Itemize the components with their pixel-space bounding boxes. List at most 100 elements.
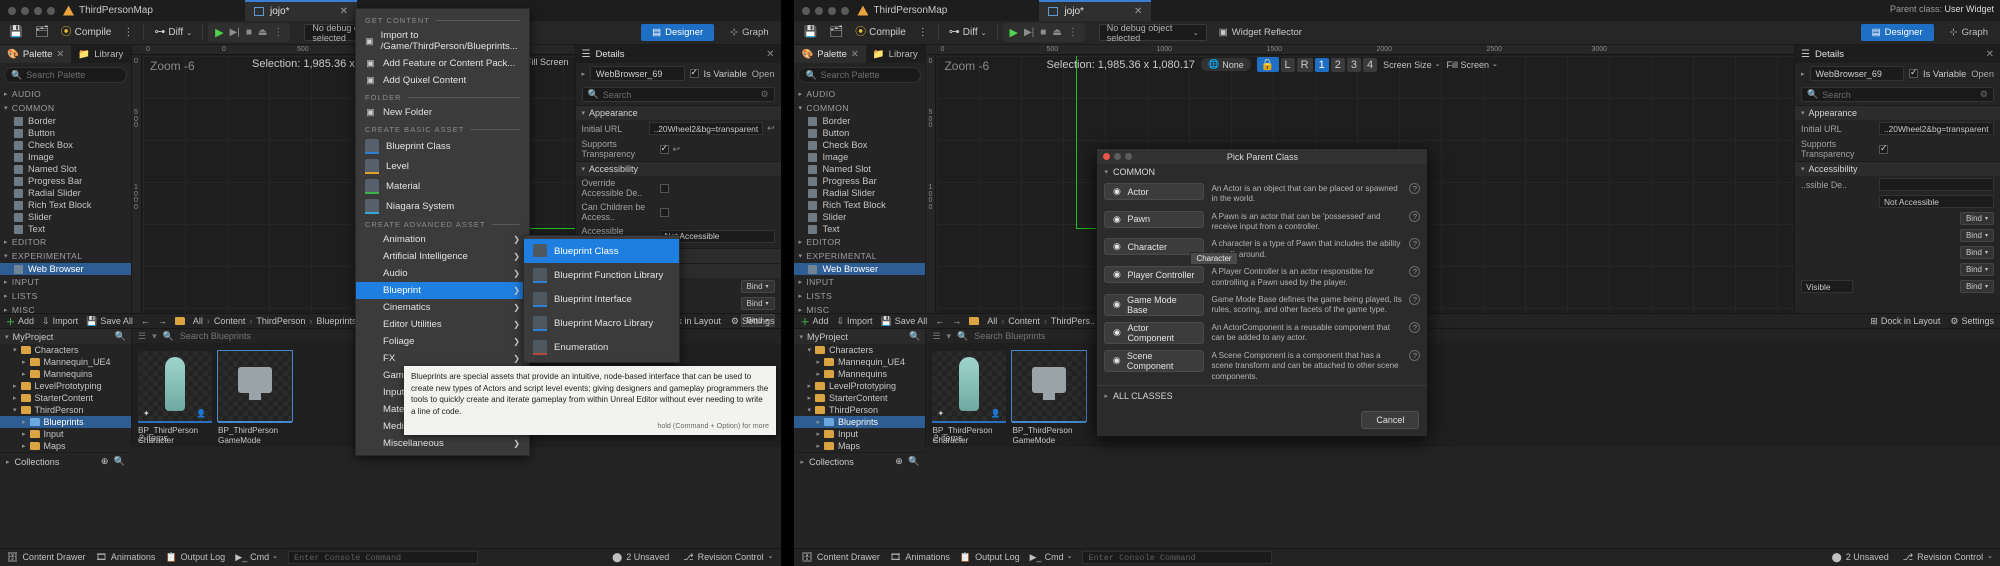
breadcrumb[interactable]: All›Content›ThirdPers.. (987, 316, 1095, 326)
palette-item-image[interactable]: Image (794, 151, 925, 163)
tab-palette[interactable]: 🎨 Palette ✕ (794, 45, 865, 63)
project-root-row[interactable]: ▾ MyProject 🔍 (0, 329, 131, 344)
menu-item-material[interactable]: Material (356, 176, 529, 196)
palette-group-audio[interactable]: ▸AUDIO (0, 87, 131, 101)
chevron-right-icon[interactable]: ▸ (22, 430, 26, 438)
graph-tab-button[interactable]: ⊹ Graph (722, 24, 776, 41)
chevron-right-icon[interactable]: ▸ (807, 394, 811, 402)
menu-item-blueprint-class[interactable]: Blueprint Class (356, 136, 529, 156)
parent-class-button-player-controller[interactable]: ◉Player Controller (1104, 266, 1204, 283)
palette-group-experimental[interactable]: ▾EXPERIMENTAL (0, 249, 131, 263)
maximize-window-dot[interactable] (34, 7, 42, 15)
palette-item-progress-bar[interactable]: Progress Bar (0, 175, 131, 187)
help-icon[interactable]: ? (1409, 266, 1420, 277)
menu-item-foliage[interactable]: Foliage❯ (356, 333, 529, 350)
import-button[interactable]: ⇩Import (836, 316, 872, 327)
parent-class-button-game-mode-base[interactable]: ◉Game Mode Base (1104, 294, 1204, 316)
asset-tab-jojo[interactable]: jojo* ✕ (1039, 0, 1151, 21)
help-icon[interactable]: ? (1409, 350, 1420, 361)
is-variable-checkbox[interactable] (1909, 69, 1918, 78)
number-2[interactable]: 2 (1331, 58, 1345, 72)
lock-toggle[interactable]: 🔒 (1257, 57, 1279, 72)
breadcrumb[interactable]: All›Content›ThirdPerson›Blueprints (193, 316, 357, 326)
bind-button[interactable]: Bind ▾ (1960, 229, 1994, 242)
bind-button[interactable]: Bind ▾ (1960, 280, 1994, 293)
widget-reflector-button[interactable]: ▣ Widget Reflector (1219, 27, 1302, 38)
collections-row[interactable]: ▸ Collections ⊕ 🔍 (794, 452, 925, 470)
unsaved-status[interactable]: ⬤ 2 Unsaved (1832, 552, 1889, 563)
tab-library[interactable]: 📁 Library (71, 45, 130, 63)
palette-group-editor[interactable]: ▸EDITOR (794, 235, 925, 249)
save-all-button[interactable]: 💾Save All (86, 316, 133, 327)
chevron-right-icon[interactable]: ▸ (22, 418, 26, 426)
details-section-accessibility[interactable]: ▾Accessibility (1795, 161, 2000, 176)
diff-button[interactable]: ⊶ Diff ⌄ (944, 23, 992, 43)
search-icon[interactable]: 🔍 (908, 456, 919, 467)
menu-item-editor-utilities[interactable]: Editor Utilities❯ (356, 316, 529, 333)
all-classes-section[interactable]: ▸ ALL CLASSES (1097, 385, 1427, 406)
blueprint-submenu[interactable]: Blueprint ClassBlueprint Function Librar… (523, 235, 680, 363)
help-icon[interactable]: ? (1409, 294, 1420, 305)
tree-node-input[interactable]: ▸Input (0, 428, 131, 440)
chevron-right-icon[interactable]: ▸ (22, 442, 26, 450)
graph-tab-button[interactable]: ⊹ Graph (1942, 24, 1996, 41)
property-value[interactable]: ..20Wheel2&bg=transparent (649, 122, 764, 135)
details-search-input[interactable]: 🔍 Search ⚙ (1801, 87, 1994, 102)
menu-item-add-quixel-content[interactable]: ▣Add Quixel Content (356, 72, 529, 89)
unsaved-status[interactable]: ⬤ 2 Unsaved (612, 552, 669, 563)
view-options-icon[interactable]: ☰ (138, 331, 146, 342)
palette-group-misc[interactable]: ▸MISC (794, 303, 925, 317)
close-icon[interactable]: ✕ (851, 49, 859, 60)
tree-node-blueprints[interactable]: ▸Blueprints (0, 416, 131, 428)
property-checkbox[interactable] (660, 184, 669, 193)
property-checkbox[interactable] (1879, 145, 1888, 154)
bind-button[interactable]: Bind ▾ (1960, 263, 1994, 276)
map-tab[interactable]: ThirdPersonMap (857, 5, 947, 16)
breadcrumb-item[interactable]: ThirdPerson (256, 316, 305, 326)
play-icon[interactable]: ▶ (1010, 26, 1018, 39)
asset-thumbnail[interactable] (1012, 351, 1086, 421)
asset-tile[interactable]: BP_ThirdPerson GameMode (218, 351, 292, 447)
reset-icon[interactable]: ↩ (673, 144, 680, 155)
tab-library[interactable]: 📁 Library (866, 45, 925, 63)
settings-button[interactable]: ⚙Settings (1950, 316, 1994, 327)
chevron-down-icon[interactable]: ▾ (807, 406, 811, 414)
palette-search-input[interactable]: 🔍 Search Palette (798, 67, 921, 83)
palette-item-border[interactable]: Border (0, 115, 131, 127)
tree-node-mannequin_ue4[interactable]: ▸Mannequin_UE4 (0, 356, 131, 368)
breadcrumb-item[interactable]: Content (1008, 316, 1040, 326)
visible-value[interactable]: Visible (1801, 280, 1853, 293)
palette-group-common[interactable]: ▾COMMON (0, 101, 131, 115)
tree-node-characters[interactable]: ▾Characters (0, 344, 131, 356)
help-icon[interactable]: ? (1409, 183, 1420, 194)
palette-group-audio[interactable]: ▸AUDIO (794, 87, 925, 101)
anchor-pill[interactable]: 🌐 None (1201, 58, 1251, 71)
window-controls[interactable] (794, 7, 857, 15)
close-icon[interactable]: ✕ (56, 49, 64, 60)
compile-options-button[interactable]: ⋮ (913, 23, 933, 43)
menu-item-import-to-game-thirdperson-blueprints[interactable]: ▣Import to /Game/ThirdPerson/Blueprints.… (356, 27, 529, 55)
animations-button[interactable]: 🎞 Animations (890, 552, 950, 563)
common-section-header[interactable]: ▾ COMMON (1097, 164, 1427, 180)
tree-node-startercontent[interactable]: ▸StarterContent (794, 392, 925, 404)
output-log-button[interactable]: 📋 Output Log (960, 552, 1020, 563)
bind-button[interactable]: Bind ▾ (1960, 212, 1994, 225)
view-options-icon[interactable]: ☰ (932, 331, 940, 342)
property-value[interactable]: ..20Wheel2&bg=transparent (1879, 122, 1994, 135)
chevron-right-icon[interactable]: ▸ (807, 382, 811, 390)
search-icon[interactable]: 🔍 (909, 331, 920, 342)
palette-item-button[interactable]: Button (0, 127, 131, 139)
project-root-row[interactable]: ▾ MyProject 🔍 (794, 329, 925, 344)
palette-group-lists[interactable]: ▸LISTS (794, 289, 925, 303)
parent-class-value[interactable]: User Widget (1944, 4, 1994, 14)
palette-item-radial-slider[interactable]: Radial Slider (794, 187, 925, 199)
pick-parent-class-dialog[interactable]: Pick Parent Class ▾ COMMON ◉ActorAn Acto… (1096, 148, 1428, 437)
back-icon[interactable]: ← (141, 316, 150, 326)
map-tab[interactable]: ThirdPersonMap (63, 5, 153, 16)
tree-node-levelprototyping[interactable]: ▸LevelPrototyping (0, 380, 131, 392)
save-button[interactable]: 💾 (798, 23, 822, 43)
palette-item-progress-bar[interactable]: Progress Bar (794, 175, 925, 187)
tree-node-levelprototyping[interactable]: ▸LevelPrototyping (794, 380, 925, 392)
palette-item-rich-text-block[interactable]: Rich Text Block (0, 199, 131, 211)
property-checkbox[interactable] (660, 208, 669, 217)
